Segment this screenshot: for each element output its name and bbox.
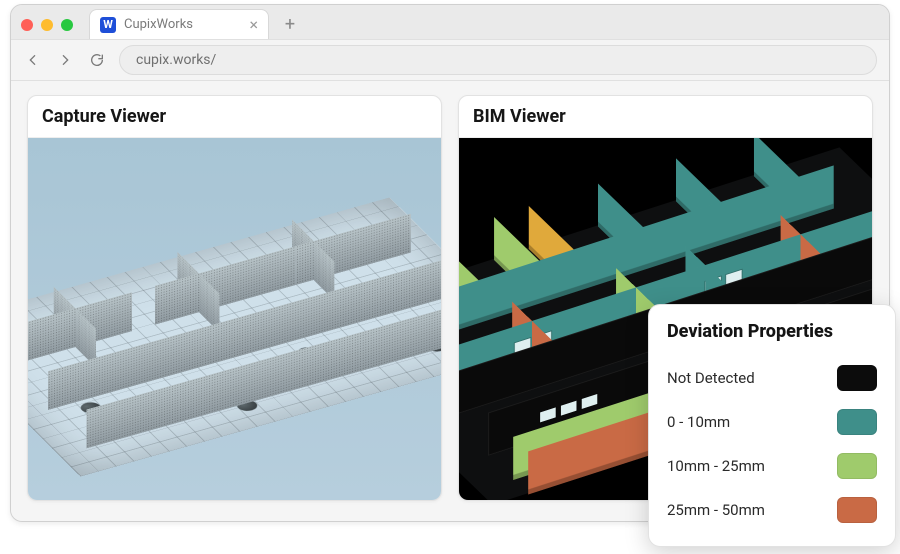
capture-viewer-panel: Capture Viewer bbox=[27, 95, 442, 501]
browser-tab[interactable]: W CupixWorks × bbox=[89, 9, 269, 39]
capture-viewer-viewport[interactable] bbox=[28, 138, 441, 500]
window-controls bbox=[21, 19, 73, 39]
url-field[interactable]: cupix.works/ bbox=[119, 45, 877, 75]
legend-label: Not Detected bbox=[667, 369, 755, 387]
legend-row: 0 - 10mm bbox=[667, 400, 877, 444]
legend-swatch-0-10mm bbox=[837, 409, 877, 435]
legend-swatch-10-25mm bbox=[837, 453, 877, 479]
close-window-icon[interactable] bbox=[21, 19, 33, 31]
legend-swatch-25-50mm bbox=[837, 497, 877, 523]
favicon-icon: W bbox=[100, 17, 116, 33]
legend-row: 25mm - 50mm bbox=[667, 488, 877, 532]
forward-button[interactable] bbox=[55, 50, 75, 70]
arrow-right-icon bbox=[57, 52, 73, 68]
reload-button[interactable] bbox=[87, 50, 107, 70]
tab-bar: W CupixWorks × + bbox=[11, 5, 889, 39]
maximize-window-icon[interactable] bbox=[61, 19, 73, 31]
legend-row: 10mm - 25mm bbox=[667, 444, 877, 488]
url-text: cupix.works/ bbox=[136, 52, 216, 68]
minimize-window-icon[interactable] bbox=[41, 19, 53, 31]
bim-viewer-title: BIM Viewer bbox=[459, 96, 872, 138]
back-button[interactable] bbox=[23, 50, 43, 70]
legend-label: 0 - 10mm bbox=[667, 413, 730, 431]
new-tab-button[interactable]: + bbox=[277, 11, 303, 37]
legend-row: Not Detected bbox=[667, 356, 877, 400]
capture-viewer-title: Capture Viewer bbox=[28, 96, 441, 138]
legend-swatch-not-detected bbox=[837, 365, 877, 391]
arrow-left-icon bbox=[25, 52, 41, 68]
deviation-properties-panel[interactable]: Deviation Properties Not Detected 0 - 10… bbox=[648, 304, 896, 547]
legend-label: 25mm - 50mm bbox=[667, 501, 765, 519]
legend-label: 10mm - 25mm bbox=[667, 457, 765, 475]
address-bar: cupix.works/ bbox=[11, 39, 889, 81]
close-tab-icon[interactable]: × bbox=[249, 17, 258, 33]
reload-icon bbox=[89, 52, 105, 68]
tab-title: CupixWorks bbox=[124, 17, 241, 32]
deviation-properties-title: Deviation Properties bbox=[667, 321, 877, 342]
